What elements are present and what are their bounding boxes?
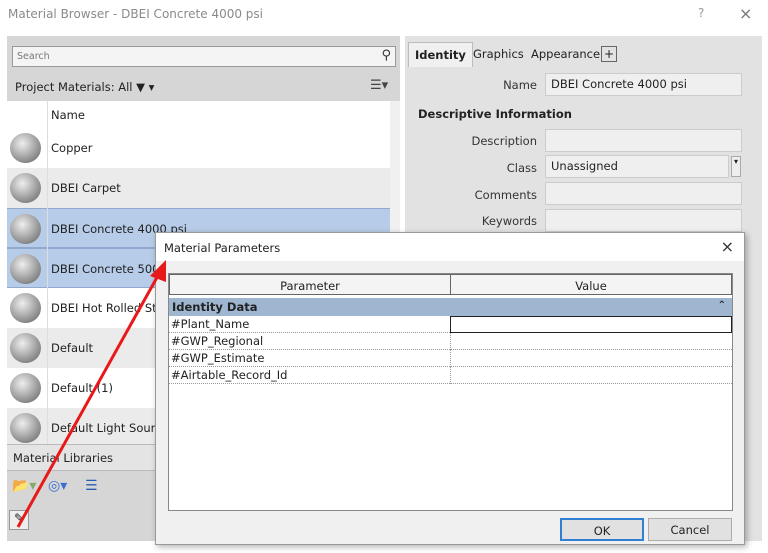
material-list-item[interactable]: DBEI Carpet	[7, 168, 390, 208]
thumb-divider	[47, 101, 48, 444]
help-button[interactable]: ?	[698, 6, 704, 20]
column-header-name[interactable]: Name	[51, 108, 85, 122]
search-input[interactable]: Search ⚲	[12, 46, 396, 67]
add-tab-button[interactable]: +	[601, 46, 617, 62]
material-thumbnail	[10, 173, 41, 203]
material-parameters-dialog: Material Parameters × Parameter Value Id…	[155, 232, 745, 545]
parameter-value-input[interactable]	[450, 333, 732, 350]
filter-label: Project Materials: All	[15, 80, 133, 94]
material-thumbnail	[10, 293, 41, 323]
window-title: Material Browser - DBEI Concrete 4000 ps…	[8, 7, 263, 21]
parameter-row[interactable]: #Airtable_Record_Id	[169, 367, 732, 384]
description-label: Description	[471, 134, 538, 148]
parameter-name: #Airtable_Record_Id	[171, 368, 288, 382]
column-header-parameter: Parameter	[169, 274, 451, 295]
dialog-titlebar: Material Parameters ×	[156, 233, 744, 261]
search-icon[interactable]: ⚲	[381, 48, 391, 63]
material-name: Default (1)	[51, 381, 113, 395]
comments-label: Comments	[474, 188, 537, 202]
open-library-icon[interactable]: 📂▾	[12, 478, 36, 494]
parameter-value-input[interactable]	[450, 316, 732, 333]
material-name: Default Light Source	[51, 421, 169, 435]
keywords-label: Keywords	[481, 214, 537, 228]
create-material-icon[interactable]: ◎▾	[48, 478, 67, 494]
parameter-row[interactable]: #GWP_Regional	[169, 333, 732, 350]
name-field[interactable]: DBEI Concrete 4000 psi	[545, 73, 742, 96]
material-name: Copper	[51, 141, 93, 155]
description-field[interactable]	[545, 129, 742, 152]
filter-icon: ▼ ▾	[136, 80, 155, 94]
dialog-title: Material Parameters	[164, 241, 281, 255]
material-parameters-icon[interactable]: ✎	[9, 510, 29, 530]
dialog-close-button[interactable]: ×	[721, 237, 734, 256]
parameter-name: #GWP_Estimate	[171, 351, 265, 365]
group-identity-data[interactable]: Identity Data ⌃	[169, 298, 732, 316]
class-label: Class	[506, 161, 537, 175]
parameter-value-input[interactable]	[450, 350, 732, 367]
material-thumbnail	[10, 413, 41, 443]
material-thumbnail	[10, 254, 41, 284]
parameter-name: #GWP_Regional	[171, 334, 264, 348]
collapse-icon[interactable]: ⌃	[718, 300, 726, 311]
class-select[interactable]: Unassigned	[545, 155, 729, 178]
material-thumbnail	[10, 214, 41, 244]
name-label: Name	[503, 78, 537, 92]
parameter-name: #Plant_Name	[171, 317, 250, 331]
tab-graphics[interactable]: Graphics	[467, 42, 530, 67]
parameter-row[interactable]: #GWP_Estimate	[169, 350, 732, 367]
ok-button[interactable]: OK	[560, 518, 644, 541]
filter-dropdown[interactable]: Project Materials: All ▼ ▾	[15, 80, 154, 94]
comments-field[interactable]	[545, 182, 742, 205]
section-descriptive-information: Descriptive Information	[418, 107, 572, 121]
tab-identity[interactable]: Identity	[408, 42, 473, 67]
window-close-button[interactable]: ×	[739, 4, 752, 23]
class-dropdown-icon[interactable]: ▾	[731, 156, 741, 177]
material-name: Default	[51, 341, 94, 355]
material-thumbnail	[10, 333, 41, 363]
keywords-field[interactable]	[545, 209, 742, 232]
parameter-row[interactable]: #Plant_Name	[169, 316, 732, 333]
library-panel-icon[interactable]: ☰	[85, 478, 98, 494]
column-header-value: Value	[450, 274, 732, 295]
cancel-button[interactable]: Cancel	[648, 518, 732, 541]
material-thumbnail	[10, 133, 41, 163]
list-view-options-icon[interactable]: ☰▾	[370, 78, 388, 93]
libraries-label: Material Libraries	[13, 451, 114, 465]
material-thumbnail	[10, 373, 41, 403]
parameters-table: Parameter Value Identity Data ⌃ #Plant_Na…	[168, 273, 733, 511]
tab-appearance[interactable]: Appearance	[525, 42, 606, 67]
material-list-item[interactable]: Copper	[7, 128, 390, 168]
material-name: DBEI Carpet	[51, 181, 121, 195]
group-label: Identity Data	[172, 300, 258, 314]
parameter-value-input[interactable]	[450, 367, 732, 384]
search-placeholder: Search	[17, 51, 50, 62]
